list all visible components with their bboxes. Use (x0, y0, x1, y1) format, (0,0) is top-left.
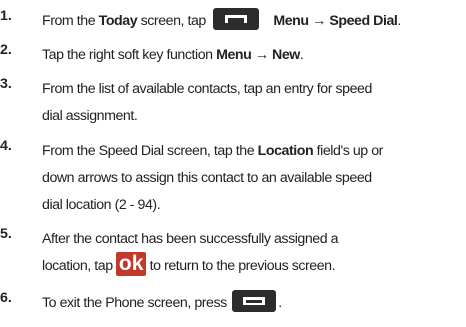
instruction-steps: 1. From the Today screen, tap Menu → Spe… (0, 0, 466, 327)
menu-softkey-icon (232, 290, 277, 313)
step-number: 4. (0, 138, 12, 154)
step-text-segment: to return to the previous screen. (146, 258, 336, 274)
step-text-line: dial assignment. (42, 108, 138, 124)
bold-term-location: Location (257, 143, 314, 159)
bold-term-menu-speed-dial: Menu → Speed Dial (273, 13, 398, 29)
step-text-line: After the contact has been successfully … (42, 231, 339, 247)
step-text-segment: location, tap (42, 258, 117, 274)
step-text: Tap the right soft key function Menu → N… (42, 42, 464, 69)
step-number: 2. (0, 42, 12, 58)
bold-term-menu-new: Menu → New (216, 47, 300, 63)
step-text-line: From the list of available contacts, tap… (42, 81, 372, 97)
step-text: From the Today screen, tap Menu → Speed … (42, 8, 464, 35)
step-text-segment: To exit the Phone screen, press (42, 295, 231, 311)
step-text: To exit the Phone screen, press . (42, 290, 464, 317)
step-text-segment: Tap the right soft key function (42, 47, 217, 63)
step-text-segment: From the Speed Dial screen, tap the (42, 143, 258, 159)
ok-key-icon: ok (116, 252, 147, 277)
step-text-segment: . (278, 295, 282, 311)
step-number: 3. (0, 76, 12, 92)
step-number: 5. (0, 226, 12, 242)
step-text-segment: . (397, 13, 401, 29)
step-text: From the list of available contacts, tap… (42, 76, 464, 130)
menu-softkey-icon (213, 8, 260, 31)
step-text-segment: screen, tap (137, 13, 210, 29)
step-number: 6. (0, 290, 12, 306)
step-text-segment: From the (42, 13, 99, 29)
step-text-line: dial location (2 - 94). (42, 197, 161, 213)
step-text-segment: field's up or (313, 143, 384, 159)
step-text: After the contact has been successfully … (42, 226, 464, 280)
step-number: 1. (0, 8, 12, 24)
step-text-line: down arrows to assign this contact to an… (42, 170, 372, 186)
step-text-segment: . (299, 47, 304, 63)
step-text: From the Speed Dial screen, tap the Loca… (42, 138, 464, 219)
bold-term-today: Today (98, 13, 138, 29)
